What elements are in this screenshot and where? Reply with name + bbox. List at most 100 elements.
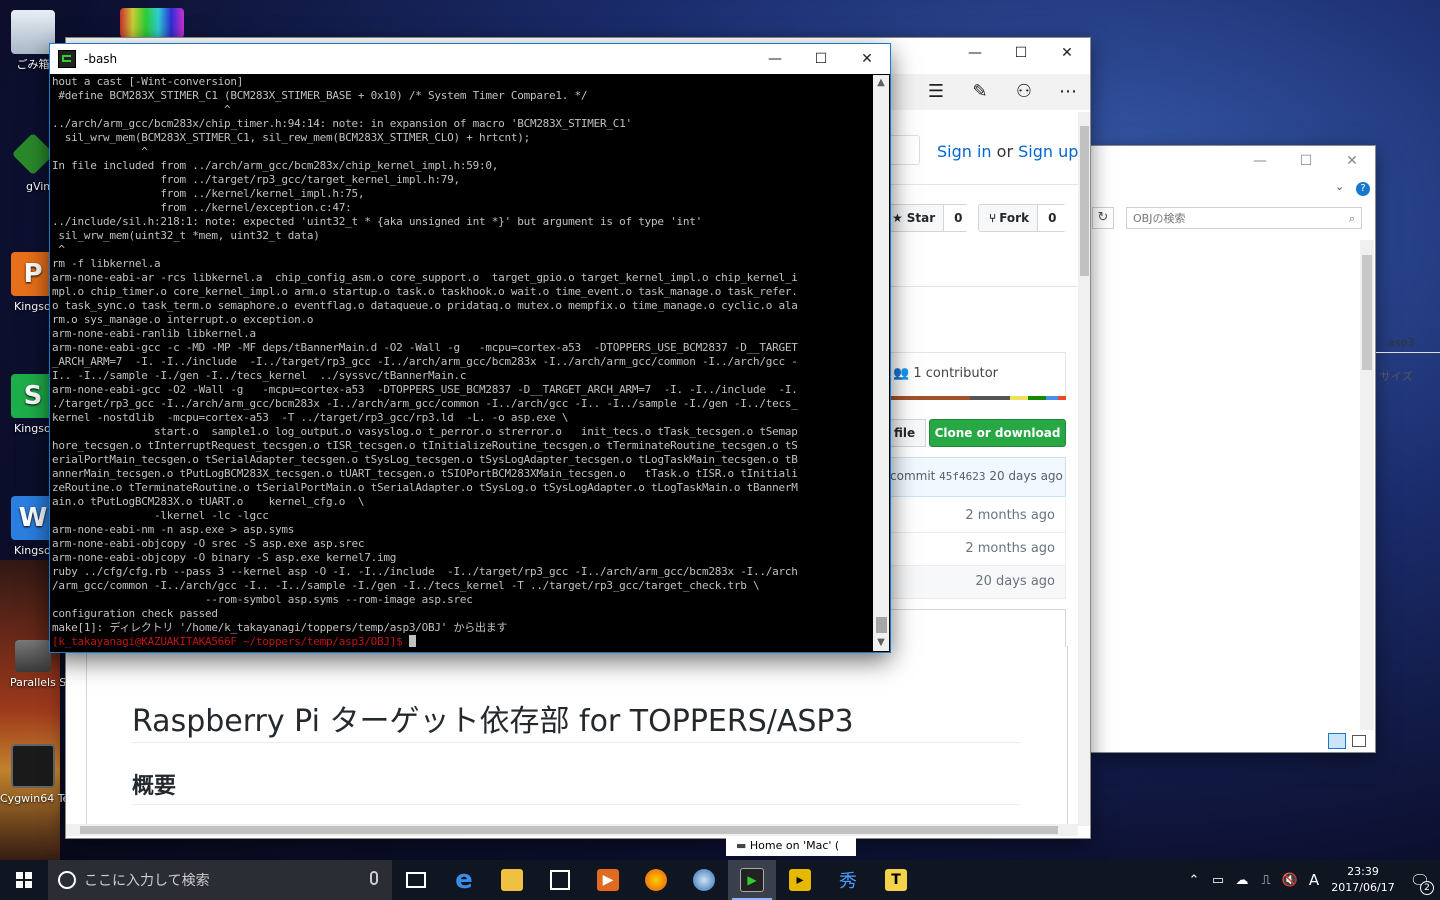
terminal-titlebar[interactable]: -bash — ☐ ✕ — [50, 44, 890, 74]
commit-sha[interactable]: 45f4623 — [939, 470, 985, 483]
action-center-button[interactable]: 🗨 2 — [1400, 871, 1440, 895]
lang-segment — [1046, 396, 1058, 400]
desktop-icon-cygwin[interactable]: Cygwin64 Terminal — [0, 744, 66, 806]
terminal-line: configuration check passed — [52, 607, 218, 620]
browser-hscrollbar-thumb[interactable] — [80, 826, 1058, 834]
star-count[interactable]: 0 — [943, 205, 973, 231]
fork-icon: ⑂ — [989, 211, 997, 225]
file-explorer-window[interactable]: — ☐ ✕ — [1090, 146, 1375, 752]
taskbar-thunderbird[interactable] — [680, 860, 728, 900]
explorer-help-icon[interactable]: ? — [1356, 182, 1370, 196]
explorer-column-size[interactable]: サイズ — [1380, 368, 1413, 384]
taskbar-search-box[interactable]: ここに入力して検索 — [48, 860, 392, 900]
file-explorer-icon — [501, 869, 523, 891]
explorer-maximize-button[interactable]: ☐ — [1283, 146, 1329, 176]
terminal-line: ain.o tPutLogBCM283X.o tUART.o kernel_cf… — [52, 495, 365, 508]
text-editor-icon: T — [885, 869, 907, 891]
gvim-icon — [11, 132, 55, 176]
taskbar-store[interactable] — [536, 860, 584, 900]
network-icon[interactable]: ⎍ — [1254, 873, 1278, 888]
microphone-icon[interactable] — [370, 871, 378, 885]
prompt-text: [k_takayanagi@KAZUAKITAKA566F ~/toppers/… — [52, 635, 409, 648]
recycle-bin-icon — [11, 10, 55, 54]
taskbar-app-kanji[interactable]: 秀 — [824, 860, 872, 900]
star-icon: ★ — [892, 211, 903, 225]
volume-icon[interactable]: 🔇 — [1278, 873, 1302, 888]
taskbar-cygwin[interactable]: ▶ — [728, 860, 776, 900]
more-icon[interactable]: ⋯ — [1054, 80, 1082, 104]
upload-file-button[interactable]: file — [888, 419, 926, 447]
explorer-nav-item-asp3[interactable]: asp3 — [1388, 336, 1414, 349]
browser-scrollbar-thumb[interactable] — [1080, 126, 1089, 276]
desktop-icon-top2[interactable] — [120, 8, 184, 38]
show-hidden-icons-icon[interactable]: ⌃ — [1182, 873, 1206, 888]
scroll-down-icon[interactable]: ▼ — [875, 637, 887, 649]
terminal-line: arm-none-eabi-nm -n asp.exe > asp.syms — [52, 523, 295, 536]
browser-maximize-button[interactable]: ☐ — [998, 38, 1044, 68]
hub-icon[interactable]: ☰ — [922, 80, 950, 104]
task-view-button[interactable] — [392, 860, 440, 900]
terminal-line: annerMain_tecsgen.o tPutLogBCM283X_tecsg… — [52, 467, 798, 480]
explorer-close-button[interactable]: ✕ — [1329, 146, 1375, 176]
terminal-line: ruby ../cfg/cfg.rb --pass 3 --kernel asp… — [52, 565, 798, 578]
scroll-up-icon[interactable]: ▲ — [875, 77, 887, 89]
terminal-close-button[interactable]: ✕ — [844, 44, 890, 74]
terminal-line: In file included from ../arch/arm_gcc/bc… — [52, 159, 499, 172]
terminal-line: ../arch/arm_gcc/bcm283x/chip_timer.h:94:… — [52, 117, 632, 130]
taskbar-app-t[interactable]: T — [872, 860, 920, 900]
fork-button[interactable]: ⑂ Fork 0 — [978, 204, 1067, 232]
terminal-line: mpl.o chip_timer.o core_kernel_impl.o ar… — [52, 285, 798, 298]
terminal-minimize-button[interactable]: — — [752, 44, 798, 74]
browser-close-button[interactable]: ✕ — [1044, 38, 1090, 68]
windows-logo-icon — [16, 872, 32, 888]
star-button[interactable]: ★ Star 0 — [888, 204, 973, 232]
taskbar-media[interactable]: ▶ — [584, 860, 632, 900]
explorer-refresh-button[interactable]: ↻ — [1092, 207, 1114, 229]
sign-up-link[interactable]: Sign up — [1018, 142, 1078, 161]
explorer-titlebar[interactable]: — ☐ ✕ — [1090, 146, 1375, 176]
background-window-title[interactable]: ▬ Home on 'Mac' ( — [726, 836, 856, 856]
clock[interactable]: 23:39 2017/06/17 — [1326, 864, 1400, 896]
start-button[interactable] — [0, 860, 48, 900]
taskbar-edge[interactable]: e — [440, 860, 488, 900]
terminal-window[interactable]: -bash — ☐ ✕ hout a cast [-Wint-conversio… — [50, 44, 890, 652]
language-bar[interactable] — [888, 396, 1066, 400]
fork-count[interactable]: 0 — [1037, 205, 1067, 231]
readme-h2-rule — [132, 804, 1020, 805]
latest-commit-bar[interactable]: commit 45f4623 20 days ago — [888, 457, 1066, 497]
terminal-line: arm-none-eabi-ranlib libkernel.a — [52, 327, 256, 340]
file-row-age: 20 days ago — [888, 566, 1066, 599]
terminal-line: -lkernel -lc -lgcc — [52, 509, 269, 522]
explorer-scrollbar-thumb[interactable] — [1362, 255, 1372, 370]
taskbar-firefox[interactable] — [632, 860, 680, 900]
terminal-output[interactable]: hout a cast [-Wint-conversion] #define B… — [51, 75, 872, 651]
clone-or-download-button[interactable]: Clone or download ▾ — [929, 419, 1066, 466]
ime-indicator[interactable]: A — [1302, 871, 1326, 889]
repo-header-divider — [888, 286, 1078, 287]
onedrive-icon[interactable]: ☁ — [1230, 873, 1254, 888]
terminal-scrollbar[interactable]: ▲ ▼ — [873, 75, 889, 651]
terminal-line: sil_wrw_mem(BCM283X_STIMER_C1, sil_rew_m… — [52, 131, 530, 144]
cygwin-icon: ▶ — [740, 868, 764, 892]
explorer-search-input[interactable]: OBJの検索 ⌕ — [1126, 207, 1362, 229]
browser-minimize-button[interactable]: — — [952, 38, 998, 68]
share-icon[interactable]: ⚇ — [1010, 80, 1038, 104]
terminal-scrollbar-thumb[interactable] — [876, 617, 887, 633]
terminal-maximize-button[interactable]: ☐ — [798, 44, 844, 74]
terminal-line: arm-none-eabi-objcopy -O srec -S asp.exe… — [52, 537, 365, 550]
terminal-prompt[interactable]: [k_takayanagi@KAZUAKITAKA566F ~/toppers/… — [52, 635, 872, 649]
taskbar-file-explorer[interactable] — [488, 860, 536, 900]
explorer-expand-ribbon-icon[interactable]: ⌄ — [1335, 180, 1344, 193]
battery-icon[interactable]: ▭ — [1206, 873, 1230, 888]
terminal-app-icon: ▸ — [789, 869, 811, 891]
explorer-view-details-icon[interactable] — [1328, 733, 1346, 749]
explorer-minimize-button[interactable]: — — [1237, 146, 1283, 176]
sign-in-link[interactable]: Sign in — [937, 142, 992, 161]
contributors-link[interactable]: 👥 1 contributor — [893, 366, 998, 381]
commit-prefix: commit — [890, 469, 940, 483]
taskbar-search-placeholder: ここに入力して検索 — [84, 873, 210, 889]
explorer-view-large-icon[interactable] — [1352, 735, 1366, 747]
taskbar-app-yellow[interactable]: ▸ — [776, 860, 824, 900]
web-note-icon[interactable]: ✎ — [966, 80, 994, 104]
terminal-line: ^ — [52, 243, 65, 256]
